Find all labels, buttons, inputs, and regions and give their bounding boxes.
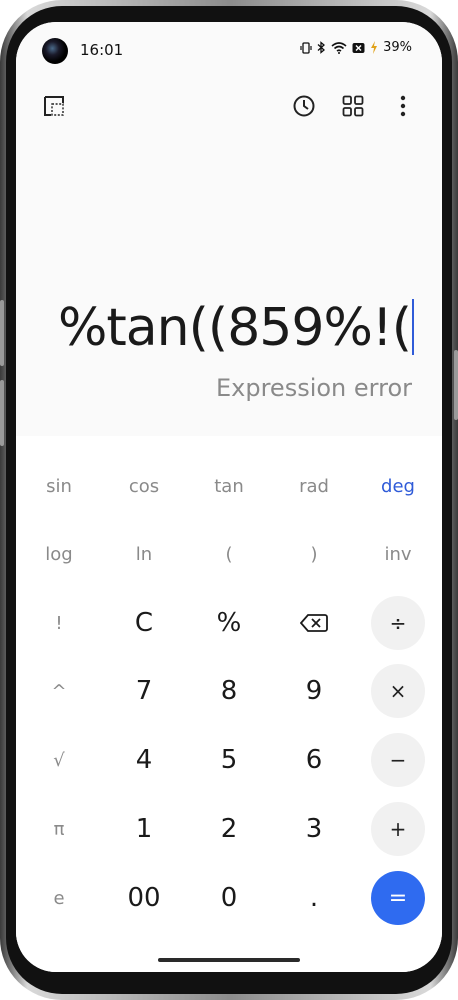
volume-button (0, 300, 4, 366)
text-cursor (412, 299, 414, 355)
pi-key[interactable]: π (24, 801, 94, 857)
history-icon[interactable] (288, 90, 320, 122)
vibrate-icon (300, 41, 312, 54)
digit-4-key[interactable]: 4 (109, 732, 179, 788)
crop-mode-icon[interactable] (38, 90, 70, 122)
clear-key[interactable]: C (109, 595, 179, 651)
sqrt-key[interactable]: √ (24, 732, 94, 788)
battery-level: 39% (383, 40, 412, 55)
more-vertical-icon[interactable] (387, 90, 419, 122)
multiply-key[interactable]: × (371, 664, 425, 718)
power-button (454, 350, 458, 420)
bluetooth-icon (317, 41, 326, 54)
result-text: Expression error (215, 374, 412, 402)
digit-3-key[interactable]: 3 (279, 801, 349, 857)
cos-key[interactable]: cos (109, 458, 179, 514)
plus-key[interactable]: + (371, 802, 425, 856)
calculator-display: %tan((859%!( Expression error (16, 138, 442, 436)
minus-key[interactable]: − (371, 733, 425, 787)
digit-8-key[interactable]: 8 (194, 663, 264, 719)
log-key[interactable]: log (24, 526, 94, 582)
status-icons: 39% (300, 40, 412, 55)
front-camera (42, 38, 68, 64)
tan-key[interactable]: tan (194, 458, 264, 514)
decimal-point-key[interactable]: . (279, 870, 349, 926)
euler-key[interactable]: e (24, 870, 94, 926)
backspace-icon (300, 614, 328, 632)
digit-1-key[interactable]: 1 (109, 801, 179, 857)
inv-key[interactable]: inv (363, 526, 433, 582)
open-paren-key[interactable]: ( (194, 526, 264, 582)
digit-0-key[interactable]: 0 (194, 870, 264, 926)
expression-text: %tan((859%!( (58, 298, 412, 358)
power-key[interactable]: ^ (24, 663, 94, 719)
expression-input[interactable]: %tan((859%!( (58, 298, 414, 358)
ln-key[interactable]: ln (109, 526, 179, 582)
close-paren-key[interactable]: ) (279, 526, 349, 582)
factorial-key[interactable]: ! (24, 595, 94, 651)
digit-9-key[interactable]: 9 (279, 663, 349, 719)
status-time: 16:01 (80, 41, 124, 59)
keypad: sin cos tan rad deg log ln ( ) inv ! C %… (16, 436, 442, 972)
rad-key[interactable]: rad (279, 458, 349, 514)
digit-6-key[interactable]: 6 (279, 732, 349, 788)
status-bar: 16:01 39% (16, 22, 442, 78)
converter-grid-icon[interactable] (337, 90, 369, 122)
divide-key[interactable]: ÷ (371, 596, 425, 650)
deg-key[interactable]: deg (363, 458, 433, 514)
digit-7-key[interactable]: 7 (109, 663, 179, 719)
digit-5-key[interactable]: 5 (194, 732, 264, 788)
backspace-button[interactable] (279, 595, 349, 651)
app-bar (16, 78, 442, 138)
sin-key[interactable]: sin (24, 458, 94, 514)
volume-button (0, 380, 4, 446)
equals-button[interactable]: = (371, 871, 425, 925)
digit-2-key[interactable]: 2 (194, 801, 264, 857)
wifi-icon (331, 41, 347, 54)
sim-off-icon (352, 42, 365, 53)
phone-screen: 16:01 39% %tan((859%!(Expression error … (16, 22, 442, 972)
percent-key[interactable]: % (194, 595, 264, 651)
charging-icon (371, 41, 378, 54)
home-indicator[interactable] (158, 958, 300, 962)
double-zero-key[interactable]: 00 (109, 870, 179, 926)
